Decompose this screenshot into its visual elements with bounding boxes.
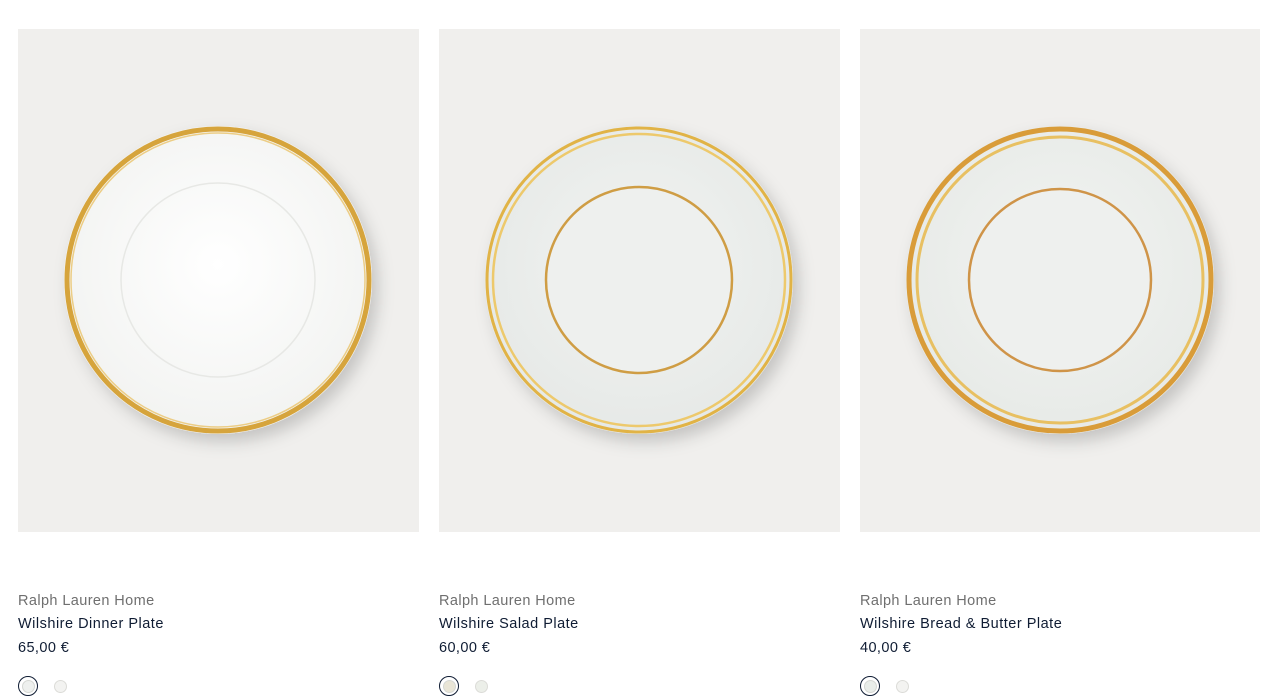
- color-swatches: [439, 676, 559, 698]
- swatch-option[interactable]: [892, 676, 912, 696]
- plate-well: [967, 187, 1153, 373]
- plate-well: [544, 185, 734, 375]
- color-swatches: [860, 676, 980, 698]
- product-price: 60,00 €: [439, 640, 491, 656]
- product-image[interactable]: [18, 29, 419, 532]
- color-swatches: [18, 676, 138, 698]
- product-image[interactable]: [860, 29, 1260, 532]
- swatch-selected[interactable]: [860, 676, 880, 696]
- product-price: 65,00 €: [18, 640, 70, 656]
- swatch-selected[interactable]: [439, 676, 459, 696]
- product-card: Ralph Lauren Home Wilshire Dinner Plate …: [18, 29, 419, 696]
- product-brand: Ralph Lauren Home: [860, 593, 997, 609]
- product-card: Ralph Lauren Home Wilshire Bread & Butte…: [860, 29, 1260, 696]
- product-image[interactable]: [439, 29, 840, 532]
- plate-illustration: [906, 126, 1214, 434]
- product-grid: Ralph Lauren Home Wilshire Dinner Plate …: [0, 0, 1276, 696]
- product-brand: Ralph Lauren Home: [439, 593, 576, 609]
- plate-illustration: [485, 126, 793, 434]
- product-card: Ralph Lauren Home Wilshire Salad Plate 6…: [439, 29, 840, 696]
- product-name-link[interactable]: Wilshire Bread & Butter Plate: [860, 616, 1062, 632]
- product-name-link[interactable]: Wilshire Dinner Plate: [18, 616, 164, 632]
- swatch-option[interactable]: [471, 676, 491, 696]
- product-name-link[interactable]: Wilshire Salad Plate: [439, 616, 579, 632]
- swatch-selected[interactable]: [18, 676, 38, 696]
- swatch-option[interactable]: [50, 676, 70, 696]
- plate-illustration: [64, 126, 372, 434]
- product-price: 40,00 €: [860, 640, 912, 656]
- product-brand: Ralph Lauren Home: [18, 593, 155, 609]
